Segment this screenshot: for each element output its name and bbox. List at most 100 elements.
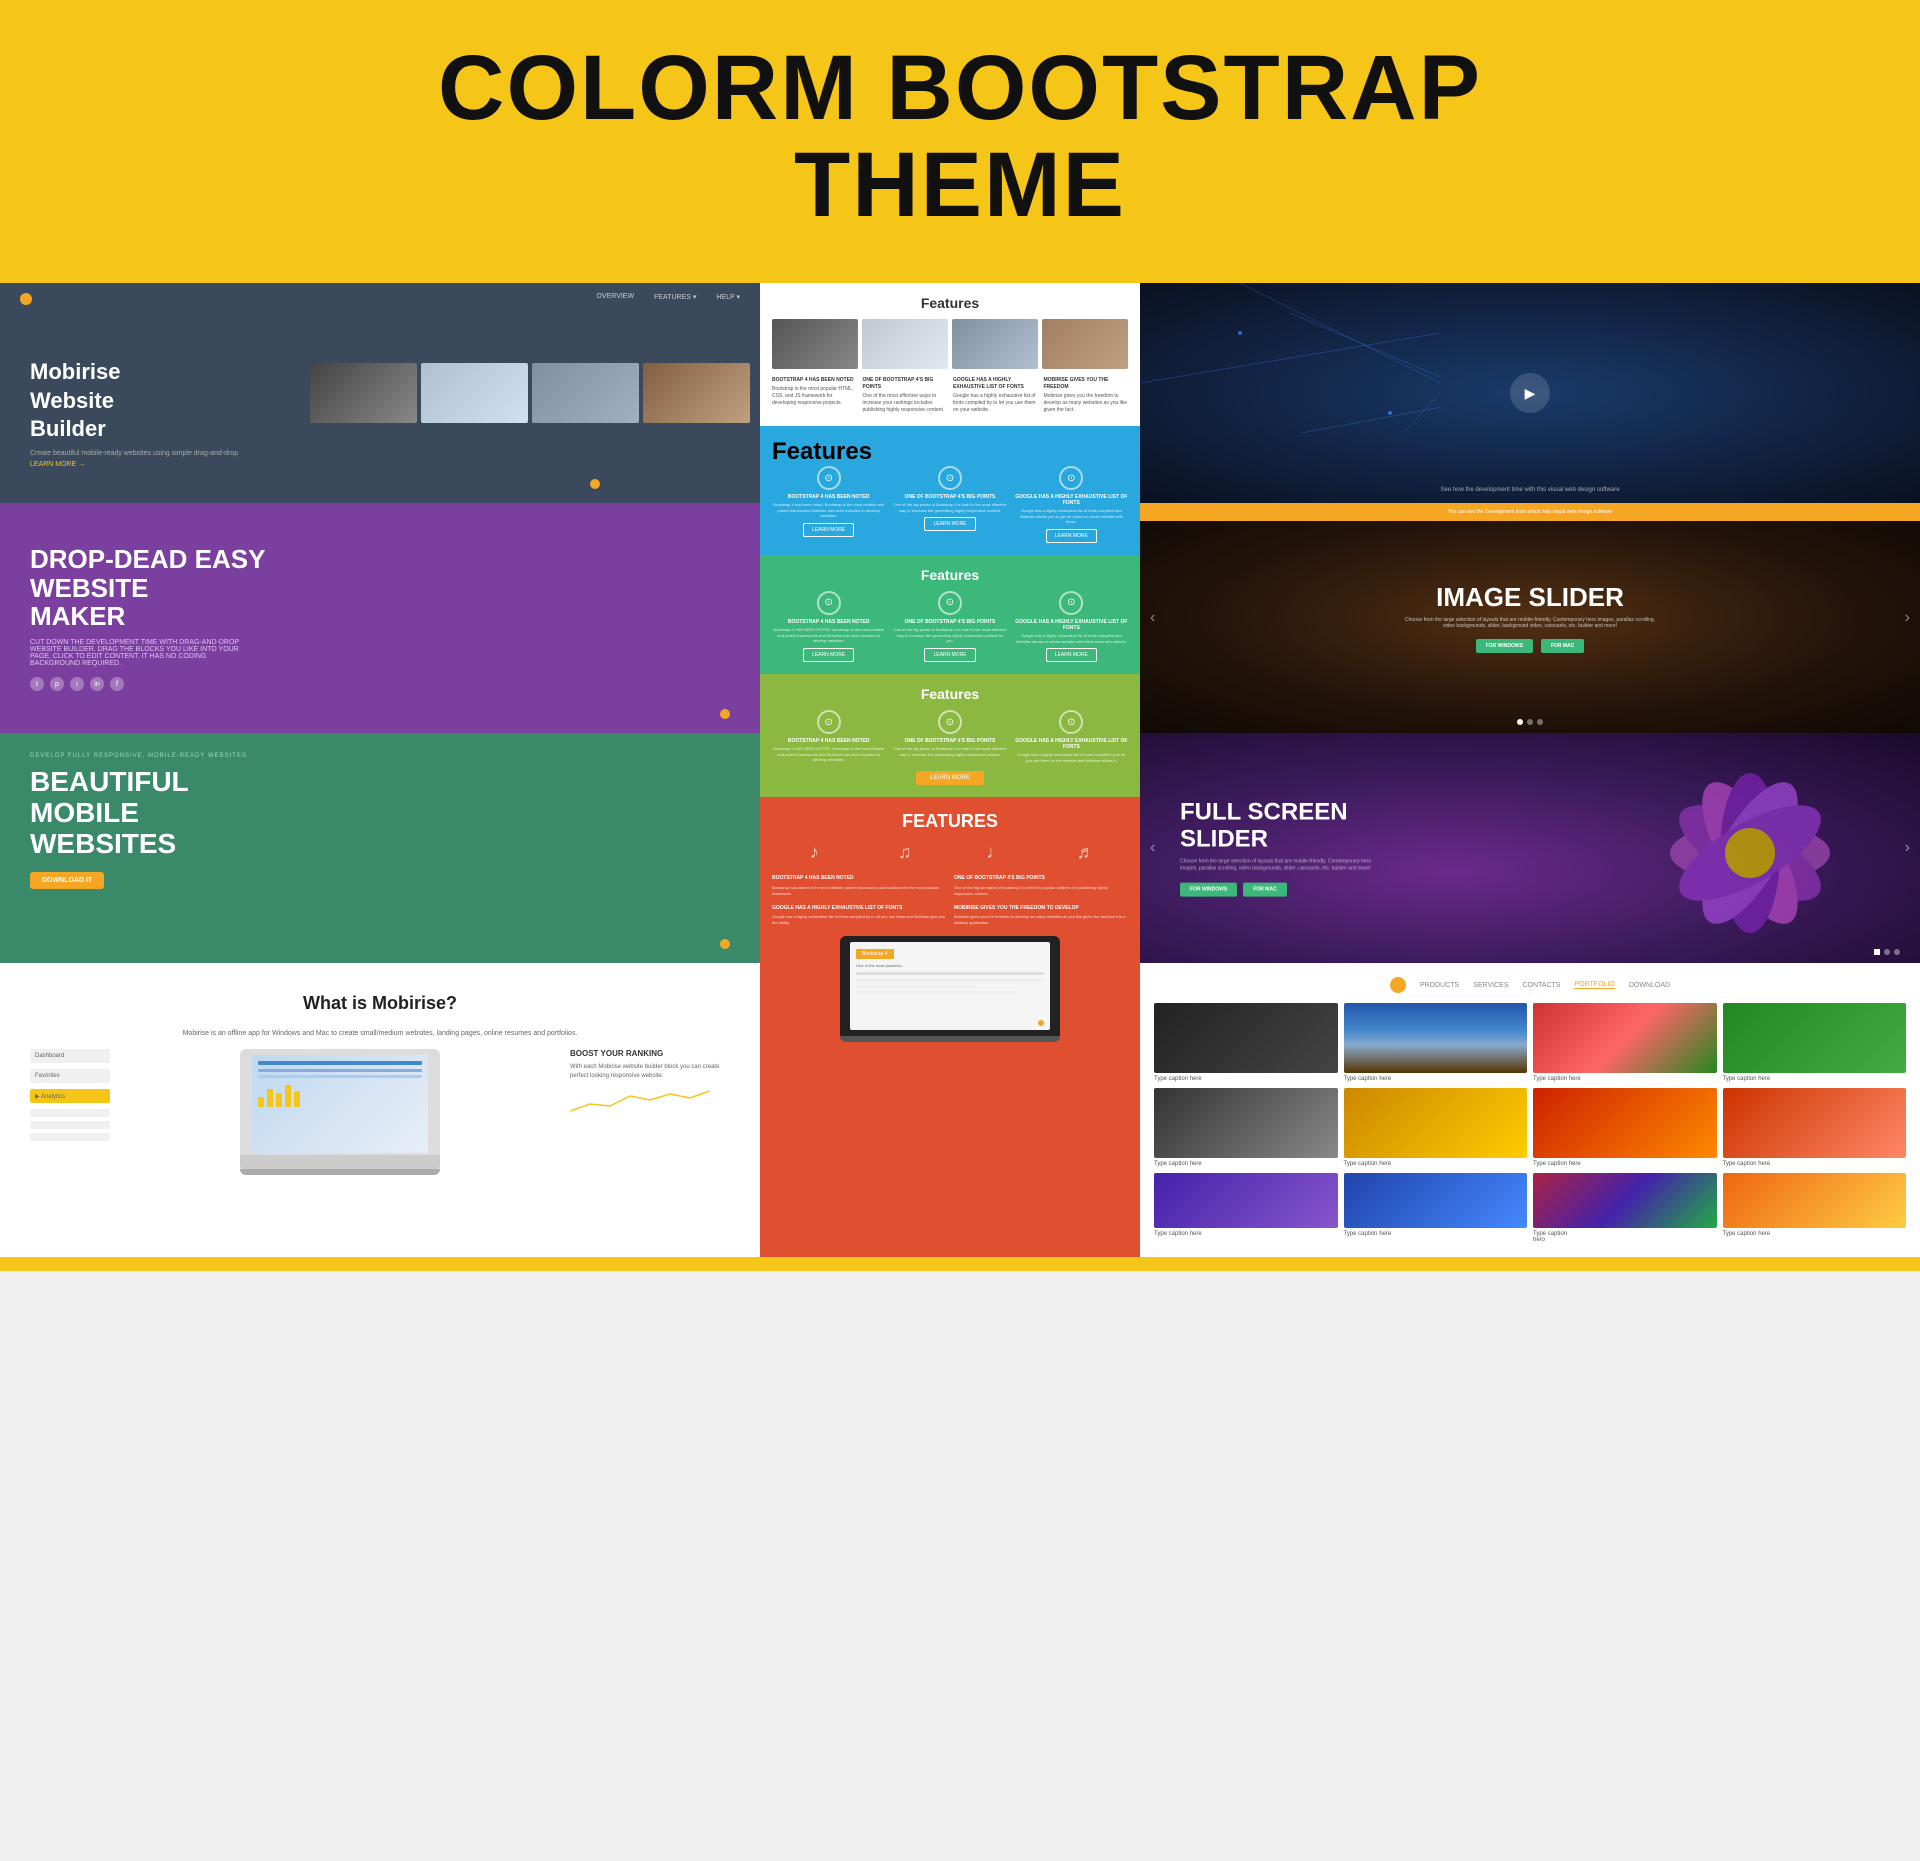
flower-dot-2[interactable] bbox=[1884, 949, 1890, 955]
learn-btn-2[interactable]: LEARN MORE bbox=[924, 517, 975, 531]
gallery-row-1: Type caption here Type caption here Type… bbox=[1154, 1003, 1906, 1082]
gallery-row-2: Type caption here Type caption here Type… bbox=[1154, 1088, 1906, 1167]
network-svg bbox=[1140, 283, 1440, 433]
gallery-img-1[interactable] bbox=[1154, 1003, 1338, 1073]
boost-title: BOOST YOUR RANKING bbox=[570, 1049, 730, 1058]
photo-1 bbox=[310, 363, 417, 423]
orange-dot-2 bbox=[720, 709, 730, 719]
nav-contacts[interactable]: CONTACTS bbox=[1523, 982, 1561, 989]
laptop-bar4 bbox=[856, 991, 1016, 994]
dot-1[interactable] bbox=[1517, 719, 1523, 725]
slider-content: IMAGE SLIDER Choose from the large selec… bbox=[1140, 503, 1920, 733]
flower-arrow-right[interactable]: › bbox=[1905, 839, 1910, 857]
twitter-icon[interactable]: t bbox=[30, 677, 44, 691]
learn-btn-4[interactable]: LEARN MORE bbox=[803, 648, 854, 662]
download-button[interactable]: DOWNLOAD IT bbox=[30, 872, 104, 889]
gallery-img-11[interactable] bbox=[1533, 1173, 1717, 1228]
features-green: Features ⊙ BOOTSTRAP 4 HAS BEEN NOTED Bo… bbox=[760, 555, 1140, 674]
flower-arrow-left[interactable]: ‹ bbox=[1150, 839, 1155, 857]
play-button[interactable]: ▶ bbox=[1510, 373, 1550, 413]
fullscreen-btn-windows[interactable]: FOR WINDOWS bbox=[1180, 883, 1237, 897]
pinterest-icon[interactable]: p bbox=[50, 677, 64, 691]
fullscreen-btns: FOR WINDOWS FOR MAC bbox=[1180, 883, 1380, 897]
laptop-base bbox=[240, 1155, 440, 1169]
thumb-2 bbox=[862, 319, 948, 369]
feat2-items: ⊙ BOOTSTRAP 4 HAS BEEN NOTED Bootstrap 4… bbox=[772, 466, 1128, 543]
bar2 bbox=[267, 1089, 273, 1107]
feat-col-2: ONE OF BOOTSTRAP 4'S BIG POINTS One of t… bbox=[863, 377, 948, 414]
sidebar-dashboard[interactable]: Dashboard bbox=[30, 1049, 110, 1063]
page-header: COLORM BOOTSTRAP THEME bbox=[0, 0, 1920, 283]
gallery-img-3[interactable] bbox=[1533, 1003, 1717, 1073]
gallery-img-10[interactable] bbox=[1344, 1173, 1528, 1228]
gallery-caption-4: Type caption here bbox=[1723, 1076, 1907, 1082]
dot-3[interactable] bbox=[1537, 719, 1543, 725]
slider-btn-mac[interactable]: FOR MAC bbox=[1541, 639, 1584, 653]
gallery-item-9: Type caption here bbox=[1154, 1173, 1338, 1243]
screen-bar1 bbox=[258, 1061, 422, 1065]
laptop-dot bbox=[1038, 1020, 1044, 1026]
slider-arrow-left[interactable]: ‹ bbox=[1150, 609, 1155, 627]
slider-dots bbox=[1140, 719, 1920, 725]
gallery-item-1: Type caption here bbox=[1154, 1003, 1338, 1082]
feat4-item-2: ⊙ ONE OF BOOTSTRAP 4'S BIG POINTS One of… bbox=[893, 710, 1006, 763]
mobirise-link[interactable]: LEARN MORE → bbox=[30, 461, 238, 468]
thumb-1 bbox=[772, 319, 858, 369]
laptop-outer bbox=[240, 1049, 440, 1169]
thumb-4 bbox=[1042, 319, 1128, 369]
linkedin-icon[interactable]: in bbox=[90, 677, 104, 691]
learn-btn-1[interactable]: LEARN MORE bbox=[803, 523, 854, 537]
sidebar-favorites[interactable]: Favorites bbox=[30, 1069, 110, 1083]
learn-btn-3[interactable]: LEARN MORE bbox=[1046, 529, 1097, 543]
learn-btn-5[interactable]: LEARN MORE bbox=[924, 648, 975, 662]
feat2-icon-1: ⊙ bbox=[817, 466, 841, 490]
gallery-caption-3: Type caption here bbox=[1533, 1076, 1717, 1082]
demo-laptop bbox=[130, 1049, 550, 1175]
gallery-img-5[interactable] bbox=[1154, 1088, 1338, 1158]
slider-arrow-right[interactable]: › bbox=[1905, 609, 1910, 627]
gallery-img-8[interactable] bbox=[1723, 1088, 1907, 1158]
gallery-img-2[interactable] bbox=[1344, 1003, 1528, 1073]
feat3-items: ⊙ BOOTSTRAP 4 HAS BEEN NOTED Bootstrap 4… bbox=[772, 591, 1128, 662]
laptop-dark: Bootstrap 4 One of the most powerful... bbox=[840, 936, 1060, 1036]
flower-dot-3[interactable] bbox=[1894, 949, 1900, 955]
slider-btn-windows[interactable]: FOR WINDOWS bbox=[1476, 639, 1533, 653]
laptop-chin bbox=[840, 1036, 1060, 1042]
gallery-caption-1: Type caption here bbox=[1154, 1076, 1338, 1082]
feat4-icon-1: ⊙ bbox=[817, 710, 841, 734]
learn-more-btn[interactable]: LEARN MORE bbox=[916, 771, 984, 785]
gallery-img-4[interactable] bbox=[1723, 1003, 1907, 1073]
facebook-icon[interactable]: f bbox=[110, 677, 124, 691]
fullscreen-btn-mac[interactable]: FOR MAC bbox=[1243, 883, 1286, 897]
feat2-icon-3: ⊙ bbox=[1059, 466, 1083, 490]
gallery-img-12[interactable] bbox=[1723, 1173, 1907, 1228]
laptop-container: Bootstrap 4 One of the most powerful... bbox=[840, 936, 1060, 1042]
nav-products[interactable]: PRODUCTS bbox=[1420, 982, 1459, 989]
nav-portfolio[interactable]: PORTFOLIO bbox=[1574, 981, 1614, 989]
dot-2[interactable] bbox=[1527, 719, 1533, 725]
gallery-img-9[interactable] bbox=[1154, 1173, 1338, 1228]
orange-dot-3 bbox=[720, 939, 730, 949]
boost-text: With each Mobirise website builder block… bbox=[570, 1063, 730, 1080]
fullscreen-title: FULL SCREEN SLIDER bbox=[1180, 800, 1380, 853]
flower-dot-1[interactable] bbox=[1874, 949, 1880, 955]
nav-download[interactable]: DOWNLOAD bbox=[1629, 982, 1670, 989]
network-caption: See how the development time with this v… bbox=[1140, 487, 1920, 493]
gallery-img-6[interactable] bbox=[1344, 1088, 1528, 1158]
feat1-title: Features bbox=[772, 295, 1128, 311]
logo-dot bbox=[20, 293, 32, 305]
gallery-caption-2: Type caption here bbox=[1344, 1076, 1528, 1082]
instagram-icon[interactable]: i bbox=[70, 677, 84, 691]
feat2-item-3: ⊙ GOOGLE HAS A HIGHLY EXHAUSTIVE LIST OF… bbox=[1015, 466, 1128, 543]
learn-btn-6[interactable]: LEARN MORE bbox=[1046, 648, 1097, 662]
gallery-img-7[interactable] bbox=[1533, 1088, 1717, 1158]
gallery-item-8: Type caption here bbox=[1723, 1088, 1907, 1167]
sidebar-analytics[interactable]: ▶ Analytics bbox=[30, 1089, 110, 1103]
feat4-item-3: ⊙ GOOGLE HAS A HIGHLY EXHAUSTIVE LIST OF… bbox=[1015, 710, 1128, 763]
laptop-badge-text: One of the most powerful... bbox=[850, 963, 1050, 968]
bar5 bbox=[294, 1091, 300, 1107]
gallery-caption-7: Type caption here bbox=[1533, 1161, 1717, 1167]
feat5-title: FEATURES bbox=[772, 811, 1128, 832]
nav-services[interactable]: SERVICES bbox=[1473, 982, 1508, 989]
panel-fullscreen-slider: FULL SCREEN SLIDER Choose from the large… bbox=[1140, 733, 1920, 963]
